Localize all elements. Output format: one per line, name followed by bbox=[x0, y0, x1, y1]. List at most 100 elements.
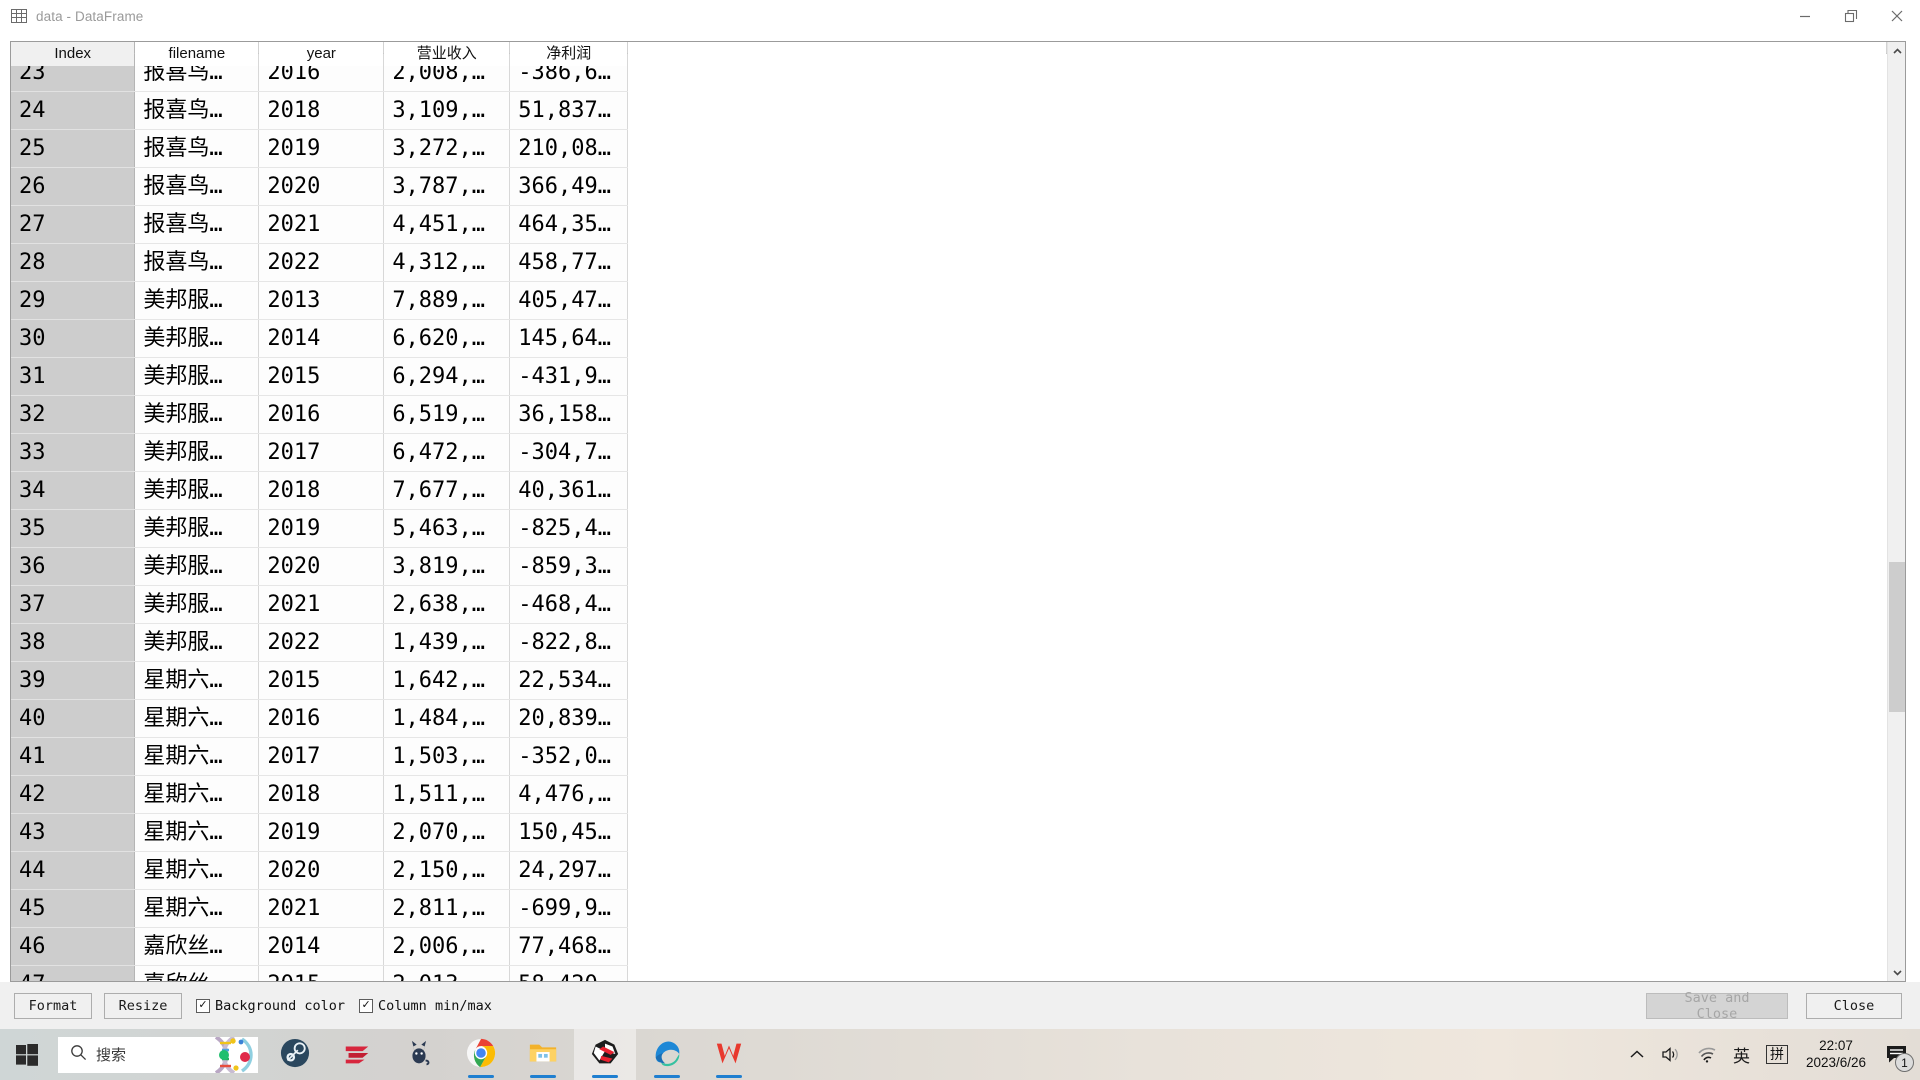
cell-filename[interactable]: 星期六… bbox=[134, 737, 260, 776]
resize-button[interactable]: Resize bbox=[104, 992, 182, 1019]
row-index-cell[interactable]: 31 bbox=[11, 357, 136, 396]
wifi-icon[interactable] bbox=[1689, 1047, 1725, 1063]
cell-year[interactable]: 2013 bbox=[258, 281, 385, 320]
taskbar-app-pycharm[interactable] bbox=[574, 1029, 636, 1080]
column-minmax-checkbox[interactable]: ✓ Column min/max bbox=[359, 998, 492, 1014]
cell-year[interactable]: 2016 bbox=[258, 395, 385, 434]
cell-year[interactable]: 2021 bbox=[258, 889, 385, 928]
cell-profit[interactable]: -352,0… bbox=[509, 737, 629, 776]
table-row[interactable]: 40 星期六… 2016 1,484,… 20,839… bbox=[11, 699, 1887, 738]
cell-profit[interactable]: 20,839… bbox=[509, 699, 629, 738]
cell-profit[interactable]: 22,534… bbox=[509, 661, 629, 700]
ime-language-indicator[interactable]: 英 bbox=[1725, 1042, 1758, 1067]
cell-year[interactable]: 2021 bbox=[258, 205, 385, 244]
table-row[interactable]: 46 嘉欣丝… 2014 2,006,… 77,468… bbox=[11, 927, 1887, 966]
table-row[interactable]: 47嘉欣丝…20152,013,…58,420… bbox=[11, 965, 1887, 981]
cell-year[interactable]: 2016 bbox=[258, 699, 385, 738]
table-row[interactable]: 27 报喜鸟… 2021 4,451,… 464,35… bbox=[11, 205, 1887, 244]
row-index-cell[interactable]: 43 bbox=[11, 813, 136, 852]
table-row[interactable]: 42 星期六… 2018 1,511,… 4,476,… bbox=[11, 775, 1887, 814]
background-color-checkbox-box[interactable]: ✓ bbox=[196, 998, 210, 1013]
cell-profit[interactable]: 58,420… bbox=[509, 965, 629, 981]
taskbar-clock[interactable]: 22:07 2023/6/26 bbox=[1796, 1038, 1876, 1072]
cell-filename[interactable]: 美邦服… bbox=[134, 585, 260, 624]
cell-year[interactable]: 2014 bbox=[258, 927, 385, 966]
cell-year[interactable]: 2017 bbox=[258, 433, 385, 472]
table-row[interactable]: 30 美邦服… 2014 6,620,… 145,64… bbox=[11, 319, 1887, 358]
row-index-cell[interactable]: 26 bbox=[11, 167, 136, 206]
cell-profit[interactable]: 77,468… bbox=[509, 927, 629, 966]
grid-scroll-viewport[interactable]: Index filename year 营业收入 净利润 23 报喜鸟… 2016 2… bbox=[11, 42, 1887, 981]
cell-year[interactable]: 2018 bbox=[258, 91, 385, 130]
cell-year[interactable]: 2015 bbox=[258, 661, 385, 700]
cell-filename[interactable]: 星期六… bbox=[134, 889, 260, 928]
cell-filename[interactable]: 星期六… bbox=[134, 699, 260, 738]
cell-revenue[interactable]: 3,787,… bbox=[383, 167, 511, 206]
cell-revenue[interactable]: 4,312,… bbox=[383, 243, 511, 282]
table-row[interactable]: 29 美邦服… 2013 7,889,… 405,47… bbox=[11, 281, 1887, 320]
cell-profit[interactable]: 40,361… bbox=[509, 471, 629, 510]
cell-filename[interactable]: 美邦服… bbox=[134, 395, 260, 434]
cell-filename[interactable]: 报喜鸟… bbox=[134, 129, 260, 168]
table-row[interactable]: 26 报喜鸟… 2020 3,787,… 366,49… bbox=[11, 167, 1887, 206]
cell-revenue[interactable]: 7,889,… bbox=[383, 281, 511, 320]
cell-year[interactable]: 2019 bbox=[258, 129, 385, 168]
cell-filename[interactable]: 美邦服… bbox=[134, 281, 260, 320]
cell-revenue[interactable]: 2,006,… bbox=[383, 927, 511, 966]
cell-profit[interactable]: 24,297… bbox=[509, 851, 629, 890]
close-button[interactable]: Close bbox=[1806, 992, 1902, 1019]
taskbar-app-expressvpn[interactable] bbox=[326, 1029, 388, 1080]
cell-year[interactable]: 2018 bbox=[258, 471, 385, 510]
cell-year[interactable]: 2020 bbox=[258, 851, 385, 890]
ime-mode-indicator[interactable]: 拼 bbox=[1758, 1045, 1796, 1064]
cell-year[interactable]: 2022 bbox=[258, 623, 385, 662]
table-row[interactable]: 43 星期六… 2019 2,070,… 150,45… bbox=[11, 813, 1887, 852]
cell-filename[interactable]: 美邦服… bbox=[134, 433, 260, 472]
row-index-cell[interactable]: 40 bbox=[11, 699, 136, 738]
cell-filename[interactable]: 报喜鸟… bbox=[134, 205, 260, 244]
table-row[interactable]: 31 美邦服… 2015 6,294,… -431,9… bbox=[11, 357, 1887, 396]
cell-filename[interactable]: 星期六… bbox=[134, 661, 260, 700]
table-row[interactable]: 35 美邦服… 2019 5,463,… -825,4… bbox=[11, 509, 1887, 548]
table-row[interactable]: 45 星期六… 2021 2,811,… -699,9… bbox=[11, 889, 1887, 928]
table-row[interactable]: 41 星期六… 2017 1,503,… -352,0… bbox=[11, 737, 1887, 776]
table-row[interactable]: 24 报喜鸟… 2018 3,109,… 51,837… bbox=[11, 91, 1887, 130]
cell-revenue[interactable]: 2,150,… bbox=[383, 851, 511, 890]
row-index-cell[interactable]: 37 bbox=[11, 585, 136, 624]
table-row[interactable]: 39 星期六… 2015 1,642,… 22,534… bbox=[11, 661, 1887, 700]
cell-filename[interactable]: 嘉欣丝… bbox=[134, 927, 260, 966]
table-row[interactable]: 44 星期六… 2020 2,150,… 24,297… bbox=[11, 851, 1887, 890]
row-index-cell[interactable]: 47 bbox=[11, 965, 136, 981]
cell-year[interactable]: 2015 bbox=[258, 357, 385, 396]
cell-revenue[interactable]: 6,472,… bbox=[383, 433, 511, 472]
save-and-close-button[interactable]: Save and Close bbox=[1646, 990, 1788, 1022]
cell-revenue[interactable]: 3,109,… bbox=[383, 91, 511, 130]
row-index-cell[interactable]: 38 bbox=[11, 623, 136, 662]
row-index-cell[interactable]: 29 bbox=[11, 281, 136, 320]
vertical-scrollbar[interactable] bbox=[1887, 42, 1905, 981]
cell-year[interactable]: 2021 bbox=[258, 585, 385, 624]
column-header-filename[interactable]: filename bbox=[134, 42, 260, 67]
column-header-revenue[interactable]: 营业收入 bbox=[383, 42, 511, 67]
cell-filename[interactable]: 美邦服… bbox=[134, 509, 260, 548]
table-row[interactable]: 38 美邦服… 2022 1,439,… -822,8… bbox=[11, 623, 1887, 662]
table-row[interactable]: 28 报喜鸟… 2022 4,312,… 458,77… bbox=[11, 243, 1887, 282]
cell-profit[interactable]: 210,08… bbox=[509, 129, 629, 168]
cell-revenue[interactable]: 1,484,… bbox=[383, 699, 511, 738]
cell-filename[interactable]: 星期六… bbox=[134, 775, 260, 814]
taskbar-search-box[interactable]: 搜索 bbox=[58, 1036, 258, 1073]
cell-filename[interactable]: 星期六… bbox=[134, 813, 260, 852]
cell-revenue[interactable]: 1,439,… bbox=[383, 623, 511, 662]
cell-profit[interactable]: -468,4… bbox=[509, 585, 629, 624]
row-index-cell[interactable]: 34 bbox=[11, 471, 136, 510]
cell-profit[interactable]: -859,3… bbox=[509, 547, 629, 586]
windows-logo-icon[interactable] bbox=[0, 1043, 54, 1066]
cell-revenue[interactable]: 2,070,… bbox=[383, 813, 511, 852]
cell-revenue[interactable]: 1,511,… bbox=[383, 775, 511, 814]
cell-profit[interactable]: -825,4… bbox=[509, 509, 629, 548]
cell-profit[interactable]: 366,49… bbox=[509, 167, 629, 206]
cell-revenue[interactable]: 6,294,… bbox=[383, 357, 511, 396]
cell-year[interactable]: 2014 bbox=[258, 319, 385, 358]
cell-revenue[interactable]: 4,451,… bbox=[383, 205, 511, 244]
cell-revenue[interactable]: 3,819,… bbox=[383, 547, 511, 586]
